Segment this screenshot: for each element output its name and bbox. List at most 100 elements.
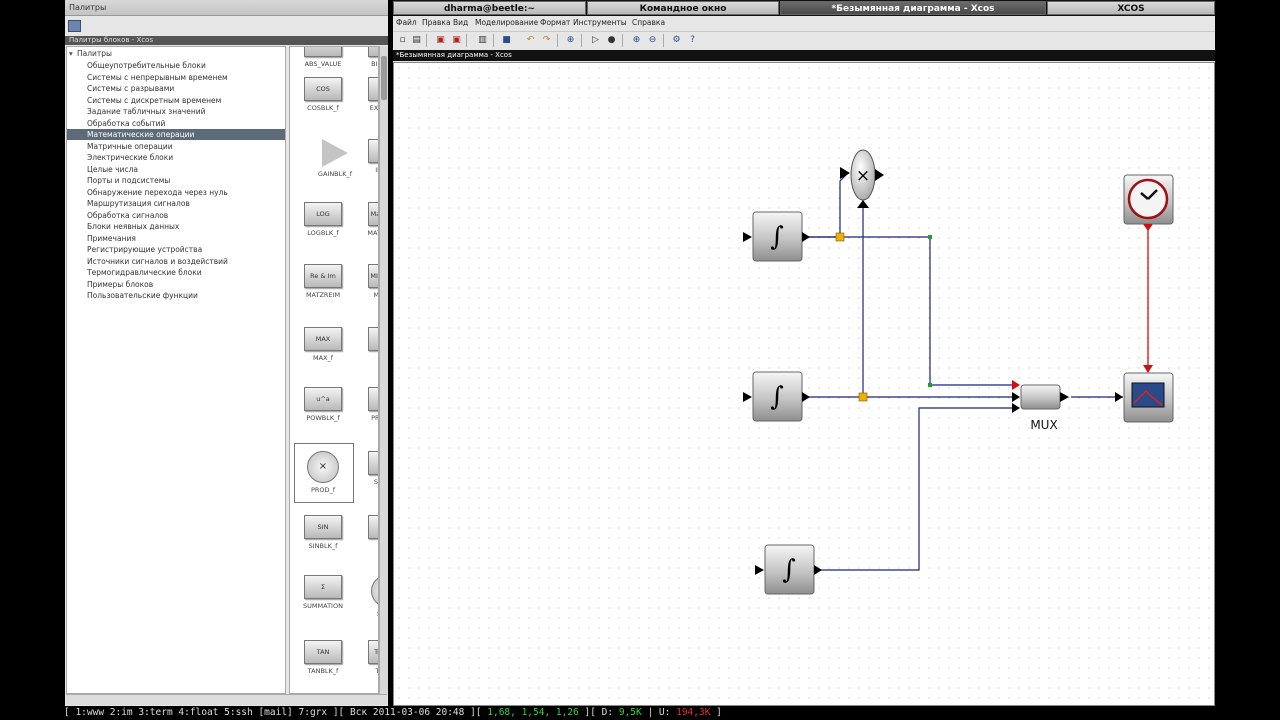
- event-input-port[interactable]: [1143, 365, 1153, 373]
- palette-block-tanblk-f[interactable]: TAN TANBLK_f: [298, 640, 348, 675]
- scrollbar-thumb[interactable]: [381, 56, 387, 100]
- palette-block-powblk-f[interactable]: u^a POWBLK_f: [298, 387, 348, 422]
- link-handle[interactable]: [928, 235, 932, 239]
- save-icon[interactable]: ▣: [435, 35, 446, 46]
- palette-block-bigsom-f[interactable]: BIGSOM_f: [362, 47, 378, 68]
- setup-icon[interactable]: ⚙: [671, 35, 682, 46]
- integral-block-3[interactable]: ∫: [755, 544, 822, 595]
- diagram-document-tab[interactable]: *Безымянная диаграмма - Xcos: [393, 50, 1215, 61]
- palette-tree-item[interactable]: Порты и подсистемы: [67, 175, 285, 186]
- undo-icon[interactable]: ↶: [525, 35, 536, 46]
- palette-block-summation[interactable]: Σ SUMMATION: [298, 575, 348, 610]
- palette-block-gainblk-f[interactable]: GAINBLK_f: [310, 139, 360, 178]
- mux-block[interactable]: MUX: [1012, 380, 1069, 432]
- palette-block-min-f[interactable]: MIN MIN_f: [362, 327, 378, 362]
- input-port[interactable]: [755, 565, 764, 575]
- palette-tree-item[interactable]: Математические операции: [67, 129, 285, 140]
- window-tab-xcos[interactable]: XCOS: [1047, 1, 1215, 15]
- menu-file[interactable]: Файл: [396, 16, 417, 30]
- palette-tree-item[interactable]: Обнаружение перехода через нуль: [67, 187, 285, 198]
- palette-tree-item[interactable]: Примеры блоков: [67, 279, 285, 290]
- input-port[interactable]: [1012, 403, 1020, 413]
- clock-block[interactable]: [1123, 174, 1174, 231]
- product-block[interactable]: ×: [840, 149, 884, 208]
- help-icon[interactable]: ?: [687, 35, 698, 46]
- palette-tree-item[interactable]: Матричные операции: [67, 141, 285, 152]
- palette-tree-item[interactable]: Регистрирующие устройства: [67, 244, 285, 255]
- palette-block-sum-f[interactable]: + SUM_f: [362, 575, 378, 618]
- palette-block-max-f[interactable]: MAX MAX_f: [298, 327, 348, 362]
- window-tab-terminal[interactable]: dharma@beetle:~: [393, 1, 586, 15]
- link-int1-to-prod-in1[interactable]: [809, 172, 849, 238]
- palette-horizontal-scrollbar[interactable]: [66, 694, 387, 705]
- palette-tree-item[interactable]: Электрические блоки: [67, 152, 285, 163]
- zoom-in-icon[interactable]: ⊕: [631, 35, 642, 46]
- palette-vertical-scrollbar[interactable]: [379, 46, 388, 694]
- integral-block-2[interactable]: ∫: [743, 371, 810, 422]
- palette-block-abs-value[interactable]: ABS_VALUE: [298, 47, 348, 68]
- palette-tree-item[interactable]: Общеупотребительные блоки: [67, 60, 285, 71]
- input-port[interactable]: [1115, 392, 1123, 402]
- link-handle[interactable]: [928, 383, 932, 387]
- zoom-out-icon[interactable]: ⊖: [647, 35, 658, 46]
- palette-block-signum[interactable]: SIGN SIGNUM: [362, 451, 378, 486]
- palette-tree-item[interactable]: Источники сигналов и воздействий: [67, 256, 285, 267]
- palette-block-matzreim[interactable]: Re & Im MATZREIM: [298, 264, 348, 299]
- save-as-icon[interactable]: ▣: [451, 35, 462, 46]
- window-tab-xcos-diagram[interactable]: *Безымянная диаграмма - Xcos: [780, 1, 1046, 15]
- input-port[interactable]: [743, 392, 752, 402]
- palette-tree-item[interactable]: Обработка событий: [67, 118, 285, 129]
- palette-tree-item[interactable]: Задание табличных значений: [67, 106, 285, 117]
- palette-block-sinblk-f[interactable]: SIN SINBLK_f: [298, 515, 348, 550]
- expand-arrow-icon[interactable]: ▾: [69, 49, 77, 59]
- menu-view[interactable]: Вид: [453, 16, 468, 30]
- load-palette-icon[interactable]: [68, 20, 81, 32]
- input-port[interactable]: [840, 167, 850, 179]
- palette-block-trigfun[interactable]: Trigfunc TrigFun: [362, 640, 378, 675]
- palette-tree-item[interactable]: Термогидравлические блоки: [67, 267, 285, 278]
- palette-block-maxmin[interactable]: MIN / MAX MAXMIN: [362, 264, 378, 299]
- window-tab-console[interactable]: Командное окно: [587, 1, 779, 15]
- input-port[interactable]: [1012, 392, 1020, 402]
- palette-block-cosblk-f[interactable]: COS COSBLK_f: [298, 77, 348, 112]
- output-port[interactable]: [875, 169, 884, 181]
- output-port[interactable]: [802, 392, 810, 402]
- output-port[interactable]: [814, 565, 822, 575]
- menu-tools[interactable]: Инструменты: [573, 16, 627, 30]
- diagram-canvas[interactable]: ∫ ∫ ∫ × MUX: [393, 62, 1215, 706]
- palette-tree-item[interactable]: Пользовательские функции: [67, 290, 285, 301]
- palette-tree-item[interactable]: Системы с разрывами: [67, 83, 285, 94]
- open-icon[interactable]: ▤: [411, 35, 422, 46]
- split-point[interactable]: [858, 392, 868, 402]
- fit-icon[interactable]: ⊕: [565, 35, 576, 46]
- output-port[interactable]: [802, 232, 810, 242]
- tree-root-palettes[interactable]: ▾ Палитры: [69, 49, 112, 59]
- menu-help[interactable]: Справка: [632, 16, 665, 30]
- input-port[interactable]: [857, 200, 869, 208]
- palette-block-sort[interactable]: SORT SORT: [362, 515, 378, 550]
- link-int3-to-mux-in3[interactable]: [815, 407, 1019, 571]
- palette-tree-item[interactable]: Блоки неявных данных: [67, 221, 285, 232]
- palette-block-product[interactable]: Π PRODUCT: [362, 387, 378, 422]
- link-int1-to-mux-in1[interactable]: [809, 236, 1019, 386]
- palette-block-matmagphi[interactable]: Mag & Phi MATMAGPHI: [362, 202, 378, 237]
- palette-tree-item[interactable]: Целые числа: [67, 164, 285, 175]
- new-icon[interactable]: ▫: [397, 35, 408, 46]
- menu-simulation[interactable]: Моделирование: [475, 16, 538, 30]
- palette-tree-item[interactable]: Маршрутизация сигналов: [67, 198, 285, 209]
- stop-icon[interactable]: ●: [606, 35, 617, 46]
- start-icon[interactable]: ▷: [590, 35, 601, 46]
- menu-format[interactable]: Формат: [540, 16, 570, 30]
- input-port[interactable]: [1012, 380, 1020, 390]
- event-output-port[interactable]: [1143, 224, 1153, 231]
- scope-block[interactable]: [1115, 365, 1174, 423]
- menu-edit[interactable]: Правка: [422, 16, 451, 30]
- palette-tree-item[interactable]: Системы с дискретным временем: [67, 95, 285, 106]
- palette-tree-item[interactable]: Примечания: [67, 233, 285, 244]
- palette-icon[interactable]: ■: [501, 35, 512, 46]
- input-port[interactable]: [743, 232, 752, 242]
- print-icon[interactable]: ▥: [477, 35, 488, 46]
- palette-tree-item[interactable]: Обработка сигналов: [67, 210, 285, 221]
- palette-block-logblk-f[interactable]: LOG LOGBLK_f: [298, 202, 348, 237]
- palette-block-invblk[interactable]: 1/u INVBLK: [362, 139, 378, 174]
